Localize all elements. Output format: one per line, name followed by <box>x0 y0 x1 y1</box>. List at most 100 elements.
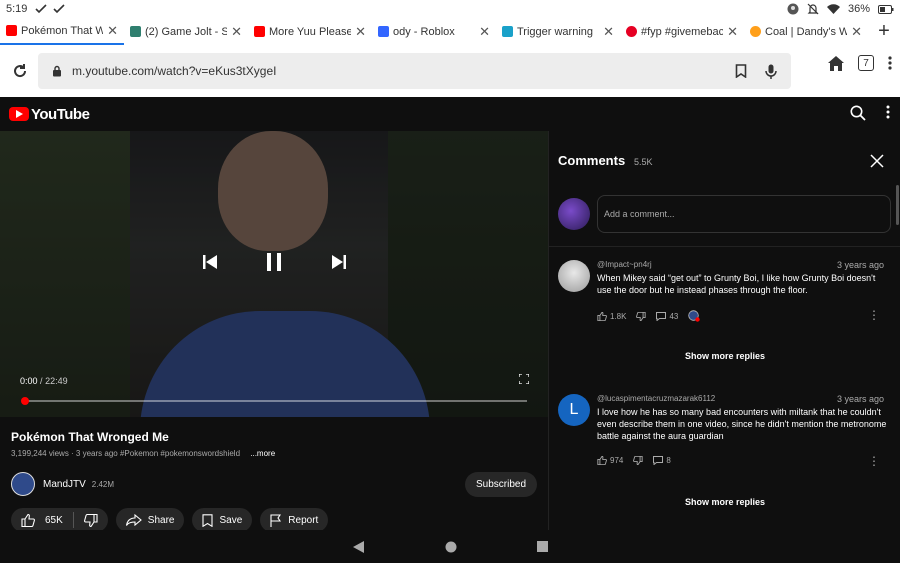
share-button[interactable]: Share <box>115 508 185 532</box>
creator-heart-icon <box>688 310 701 322</box>
browser-tab[interactable]: (2) Game Jolt - Sh ✕ <box>124 18 248 45</box>
comment-handle[interactable]: @Impact~pn4rj <box>597 260 652 269</box>
microphone-icon[interactable] <box>765 64 777 79</box>
next-button[interactable] <box>329 252 349 272</box>
check-icon <box>53 4 65 14</box>
youtube-icon <box>254 26 265 37</box>
url-text: m.youtube.com/watch?v=eKus3tXygeI <box>72 64 277 78</box>
close-icon[interactable]: ✕ <box>355 24 366 40</box>
home-icon[interactable] <box>828 55 844 71</box>
close-icon[interactable]: ✕ <box>851 24 862 40</box>
channel-avatar[interactable] <box>11 472 35 496</box>
more-link[interactable]: ...more <box>250 449 275 458</box>
reload-button[interactable] <box>0 51 40 91</box>
browser-tab[interactable]: #fyp #givemebac ✕ <box>620 18 744 45</box>
comment-handle[interactable]: @lucaspimentacruzmazarak6112 <box>597 394 715 403</box>
progress-bar[interactable] <box>21 397 527 405</box>
lock-icon <box>53 65 61 77</box>
comments-count: 5.5K <box>634 157 653 167</box>
status-bar: 5:19 36% <box>0 0 900 18</box>
previous-button[interactable] <box>200 252 220 272</box>
comments-panel: Comments 5.5K Add a comment... @Impact~p… <box>548 131 900 530</box>
comment-text: When Mikey said “get out” to Grunty Boi,… <box>597 273 876 295</box>
bookmark-icon[interactable] <box>735 63 747 78</box>
browser-tab[interactable]: Coal | Dandy's W ✕ <box>744 18 868 45</box>
comment-time: 3 years ago <box>836 260 884 270</box>
add-comment-row: Add a comment... <box>558 195 891 233</box>
mute-icon <box>807 3 819 15</box>
browser-tab[interactable]: Pokémon That W ✕ <box>0 18 124 45</box>
report-button[interactable]: Report <box>260 508 329 532</box>
comment-actions: 1.8K 43 <box>597 310 701 322</box>
close-icon[interactable]: ✕ <box>231 24 242 40</box>
close-icon[interactable]: ✕ <box>107 23 118 39</box>
dislike-button[interactable] <box>633 456 643 465</box>
reply-button[interactable]: 43 <box>656 311 678 321</box>
share-label: Share <box>147 514 175 526</box>
comment: L @lucaspimentacruzmazarak6112 3 years a… <box>558 394 893 474</box>
comment-more-icon[interactable]: ⋮ <box>868 454 880 468</box>
more-vert-icon[interactable] <box>888 56 892 70</box>
tab-label: #fyp #givemebac <box>641 25 724 38</box>
tab-label: More Yuu Please <box>269 25 352 38</box>
browser-tab[interactable]: Trigger warning ✕ <box>496 18 620 45</box>
address-bar[interactable]: m.youtube.com/watch?v=eKus3tXygeI <box>38 53 791 89</box>
thumbs-up-icon <box>597 456 607 465</box>
youtube-logo[interactable]: YouTube <box>9 106 90 123</box>
like-button[interactable]: 974 <box>597 456 623 465</box>
comment-more-icon[interactable]: ⋮ <box>868 308 880 322</box>
divider <box>549 246 900 247</box>
recents-icon[interactable] <box>536 541 548 552</box>
pause-icon <box>267 253 281 271</box>
like-button[interactable]: 1.8K <box>597 311 627 321</box>
close-icon[interactable]: ✕ <box>479 24 490 40</box>
youtube-header: YouTube <box>0 97 900 131</box>
search-icon[interactable] <box>850 105 866 121</box>
share-icon <box>125 514 142 526</box>
like-dislike-group: 65K <box>11 508 108 532</box>
back-icon[interactable] <box>352 540 365 553</box>
reply-button[interactable]: 8 <box>653 456 671 465</box>
comment-avatar[interactable]: L <box>558 394 590 426</box>
browser-tab[interactable]: More Yuu Please ✕ <box>248 18 372 45</box>
save-button[interactable]: Save <box>192 508 253 532</box>
comment-avatar[interactable] <box>558 260 590 292</box>
skip-previous-icon <box>203 255 217 269</box>
scrollbar[interactable] <box>896 185 899 225</box>
thumbs-up-icon <box>21 513 35 527</box>
fullscreen-icon[interactable] <box>519 374 529 384</box>
status-time: 5:19 <box>6 3 28 15</box>
c-icon <box>502 26 513 37</box>
thumbs-up-icon <box>597 311 607 321</box>
like-button[interactable]: 65K <box>11 512 74 528</box>
close-icon[interactable]: ✕ <box>603 24 614 40</box>
new-tab-button[interactable]: + <box>868 18 900 45</box>
more-vert-icon[interactable] <box>886 105 890 119</box>
avatar-icon <box>787 3 799 15</box>
user-avatar <box>558 198 590 230</box>
tab-switcher-button[interactable]: 7 <box>858 55 874 71</box>
browser-tab[interactable]: ody - Roblox ✕ <box>372 18 496 45</box>
tab-label: Coal | Dandy's W <box>765 25 848 38</box>
home-icon[interactable] <box>445 541 457 553</box>
subscribed-button[interactable]: Subscribed <box>465 472 537 497</box>
channel-name[interactable]: MandJTV <box>43 479 86 490</box>
comment-like-count: 1.8K <box>610 311 627 321</box>
battery-percent: 36% <box>847 3 870 15</box>
dislike-button[interactable] <box>636 311 647 321</box>
video-info: Pokémon That Wronged Me 3,199,244 views … <box>0 417 548 532</box>
close-icon[interactable]: ✕ <box>727 24 738 40</box>
progress-scrubber[interactable] <box>21 397 29 405</box>
dislike-button[interactable] <box>74 513 108 527</box>
pause-button[interactable] <box>262 250 286 274</box>
channel-row[interactable]: MandJTV 2.42M <box>11 472 114 496</box>
video-player[interactable]: 0:00 / 22:49 <box>0 131 548 417</box>
tab-label: Trigger warning <box>517 25 594 38</box>
comment-like-count: 974 <box>610 456 624 465</box>
comment-text: I love how he has so many bad encounters… <box>597 407 887 441</box>
fandom-icon <box>750 26 761 37</box>
show-more-replies[interactable]: Show more replies <box>549 351 900 361</box>
close-icon[interactable] <box>870 154 884 168</box>
show-more-replies[interactable]: Show more replies <box>549 497 900 507</box>
add-comment-input[interactable]: Add a comment... <box>597 195 891 233</box>
